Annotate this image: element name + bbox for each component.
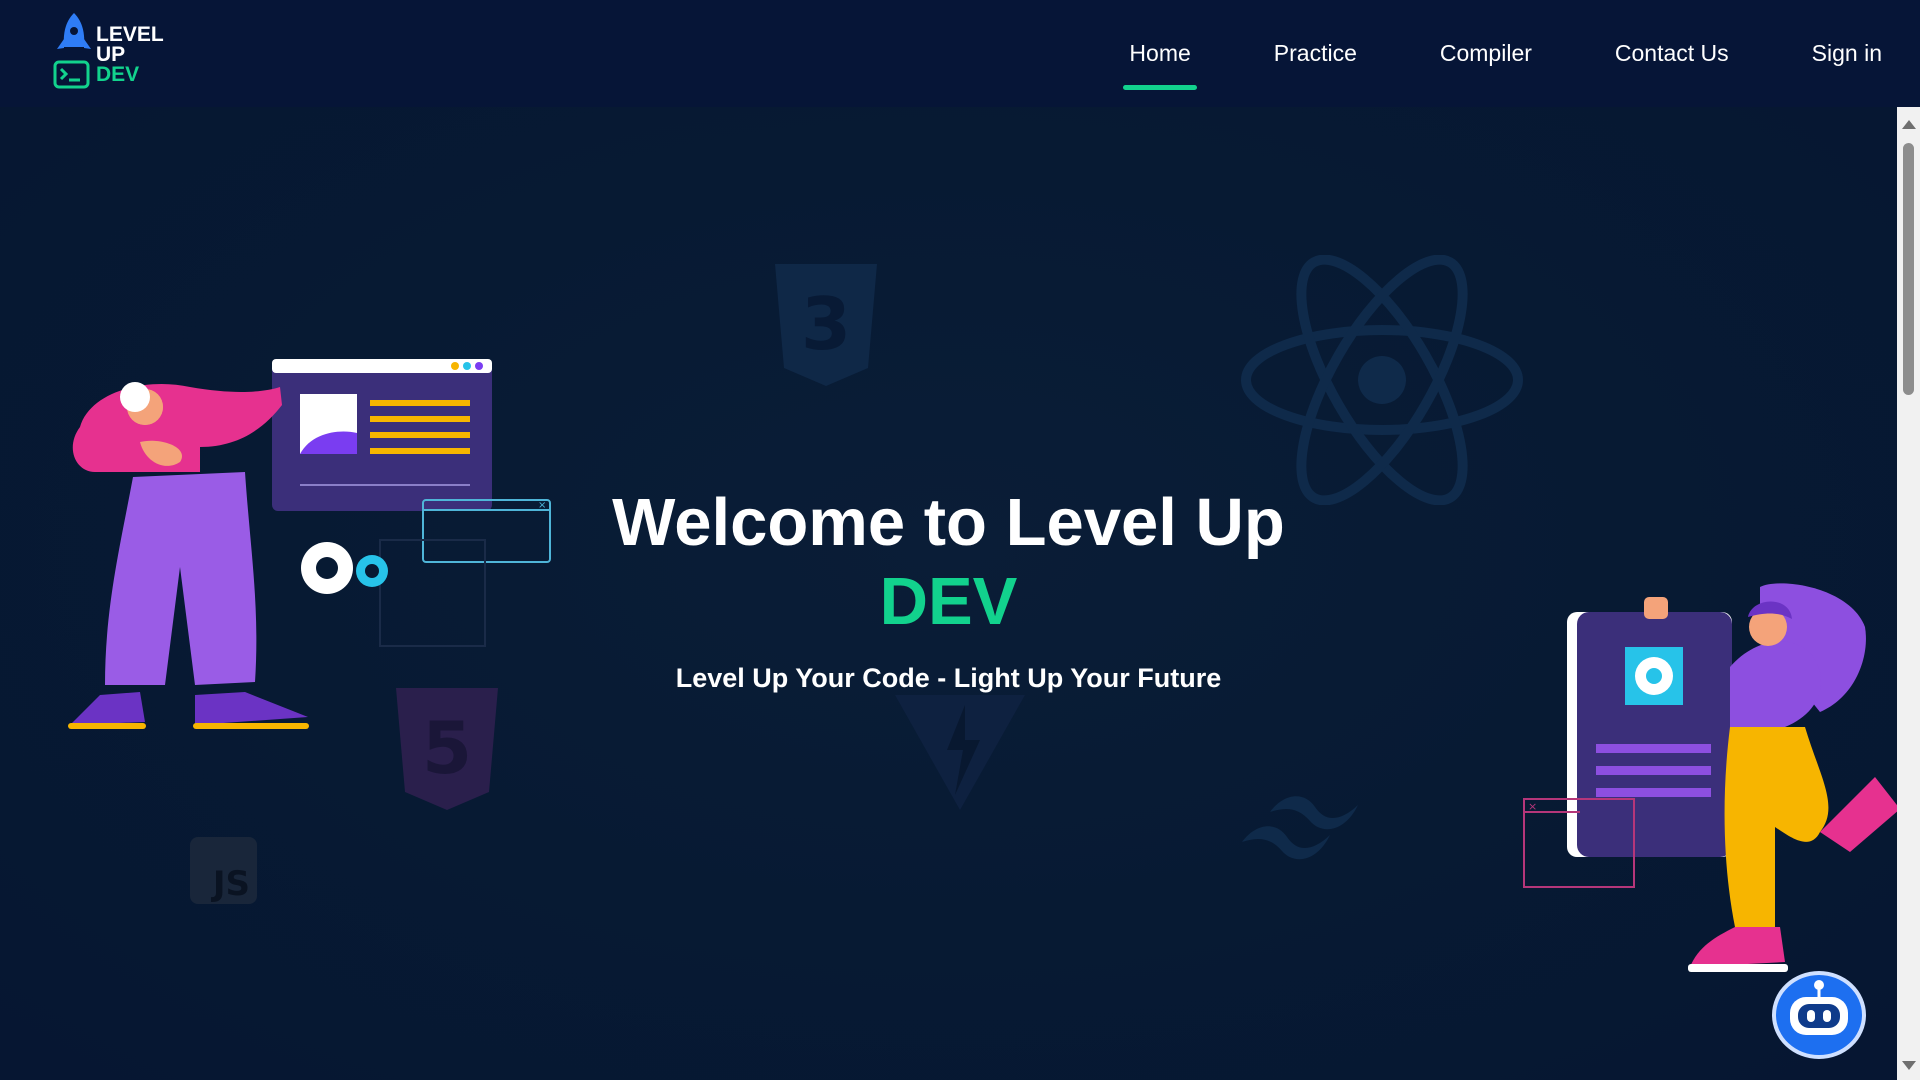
nav-sign-in[interactable]: Sign in <box>1812 40 1882 67</box>
vite-icon <box>895 695 1025 810</box>
chatbot-button[interactable] <box>1772 971 1866 1059</box>
svg-text:JS: JS <box>211 864 250 904</box>
tailwind-icon <box>1242 796 1358 860</box>
rocket-terminal-icon <box>53 13 91 89</box>
nav-contact-us[interactable]: Contact Us <box>1615 40 1729 67</box>
robot-chat-icon <box>1790 980 1848 1035</box>
nav-compiler[interactable]: Compiler <box>1440 40 1532 67</box>
svg-text:3: 3 <box>801 282 851 366</box>
javascript-icon: JS <box>190 837 257 904</box>
scroll-down-arrow-icon[interactable] <box>1902 1061 1916 1070</box>
logo-text-level: LEVEL <box>96 23 164 46</box>
svg-text:×: × <box>1528 800 1537 813</box>
nav-home[interactable]: Home <box>1123 40 1198 90</box>
nav-practice[interactable]: Practice <box>1274 40 1357 67</box>
page-scrollbar[interactable] <box>1897 107 1920 1080</box>
logo-text-dev: DEV <box>96 63 140 86</box>
hero-subtitle: Level Up Your Code - Light Up Your Futur… <box>675 663 1222 693</box>
navbar: LEVEL UP DEV Home Practice Compiler Cont… <box>0 0 1920 107</box>
site-logo[interactable]: LEVEL UP DEV <box>52 10 172 92</box>
nav-links: Home Practice Compiler Contact Us Sign i… <box>1046 0 1882 107</box>
hero-section: 3 5 JS × × Welcome to Level Up DEV Level… <box>0 107 1897 1080</box>
scroll-up-arrow-icon[interactable] <box>1902 120 1916 129</box>
hero-title: Welcome to Level Up <box>612 485 1285 560</box>
hero-title-accent: DEV <box>879 564 1018 639</box>
logo-text-up: UP <box>96 43 126 66</box>
react-icon <box>1241 255 1523 505</box>
css3-icon: 3 <box>775 264 877 386</box>
scrollbar-thumb[interactable] <box>1903 143 1914 395</box>
